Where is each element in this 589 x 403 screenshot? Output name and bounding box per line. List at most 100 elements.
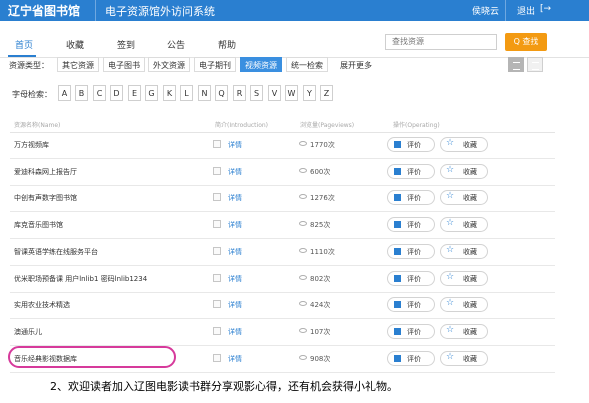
pageviews-count: 825次 [310, 221, 331, 230]
star-icon: ☆ [446, 244, 455, 255]
star-icon: ☆ [446, 271, 455, 282]
intro-link[interactable]: 详情 [228, 247, 242, 257]
col-pageviews: 浏览量(Pageviews) [300, 122, 355, 129]
intro-link[interactable]: 详情 [228, 300, 242, 310]
table-row: 万方视频库 详情 1770次 评价 ☆ 收藏 [10, 132, 555, 159]
type-tag-other[interactable]: 其它资源 [57, 57, 99, 72]
letter-e[interactable]: E [128, 85, 141, 101]
intro-checkbox-icon [213, 220, 221, 229]
intro-link[interactable]: 详情 [228, 140, 242, 150]
review-button[interactable]: 评价 [387, 217, 435, 233]
nav-item-home[interactable]: 首页 [15, 38, 33, 51]
review-button[interactable]: 评价 [387, 163, 435, 179]
highlight-circle [8, 346, 176, 368]
resource-name[interactable]: 优米职场预备课 用户lnlib1 密码lnlib1234 [14, 274, 147, 284]
review-button[interactable]: 评价 [387, 297, 435, 313]
search-button[interactable]: Q 查找 [505, 33, 547, 51]
pageviews-count: 1110次 [310, 247, 335, 256]
review-label: 评价 [407, 141, 421, 149]
grid-view-icon[interactable] [508, 57, 524, 72]
favorite-label: 收藏 [463, 354, 477, 363]
review-button[interactable]: 评价 [387, 270, 435, 286]
logout-icon[interactable]: [→ [540, 4, 551, 14]
intro-link[interactable]: 详情 [228, 354, 242, 364]
resource-name[interactable]: 爱迪科森网上报告厅 [14, 167, 77, 177]
favorite-button[interactable]: ☆ 收藏 [440, 297, 488, 313]
favorite-button[interactable]: ☆ 收藏 [440, 243, 488, 259]
nav-item-help[interactable]: 帮助 [218, 38, 236, 51]
pageviews-count: 107次 [310, 327, 331, 336]
resource-name[interactable]: 库克音乐图书馆 [14, 220, 63, 230]
review-button[interactable]: 评价 [387, 190, 435, 206]
letter-r[interactable]: R [233, 85, 246, 101]
pageviews-count: 600次 [310, 167, 331, 176]
intro-link[interactable]: 详情 [228, 274, 242, 284]
intro-checkbox-icon [213, 273, 221, 282]
eye-icon [299, 221, 307, 227]
edit-icon [394, 354, 401, 362]
favorite-button[interactable]: ☆ 收藏 [440, 323, 488, 339]
type-tag-foreign[interactable]: 外文资源 [148, 57, 190, 72]
edit-icon [394, 221, 401, 229]
letter-d[interactable]: D [110, 85, 123, 101]
pageviews-count: 424次 [310, 301, 331, 310]
letter-q[interactable]: Q [215, 85, 228, 101]
letter-y[interactable]: Y [303, 85, 316, 101]
nav-item-checkin[interactable]: 签到 [117, 38, 135, 51]
eye-icon [299, 194, 307, 200]
letter-k[interactable]: K [163, 85, 176, 101]
resource-name[interactable]: 万方视频库 [14, 140, 49, 150]
review-label: 评价 [407, 354, 421, 363]
search-input[interactable] [385, 34, 497, 50]
intro-link[interactable]: 详情 [228, 193, 242, 203]
letter-a[interactable]: A [58, 85, 71, 101]
favorite-button[interactable]: ☆ 收藏 [440, 217, 488, 233]
review-button[interactable]: 评价 [387, 137, 435, 152]
type-tag-video[interactable]: 视频资源 [240, 57, 282, 72]
letter-v[interactable]: V [268, 85, 281, 101]
review-button[interactable]: 评价 [387, 243, 435, 259]
type-tag-unified-search[interactable]: 统一检索 [286, 57, 328, 72]
intro-checkbox-icon [213, 246, 221, 255]
intro-link[interactable]: 详情 [228, 220, 242, 230]
resource-name[interactable]: 澳通乐儿 [14, 327, 42, 337]
favorite-label: 收藏 [463, 301, 477, 310]
edit-icon [394, 274, 401, 282]
intro-link[interactable]: 详情 [228, 167, 242, 177]
favorite-button[interactable]: ☆ 收藏 [440, 350, 488, 366]
letter-w[interactable]: W [285, 85, 298, 101]
type-tag-ebooks[interactable]: 电子图书 [103, 57, 145, 72]
list-view-icon[interactable] [527, 57, 543, 72]
logout-link[interactable]: 退出 [517, 4, 535, 17]
letter-g[interactable]: G [145, 85, 158, 101]
review-button[interactable]: 评价 [387, 323, 435, 339]
nav-item-favorites[interactable]: 收藏 [66, 38, 84, 51]
letter-c[interactable]: C [93, 85, 106, 101]
intro-link[interactable]: 详情 [228, 327, 242, 337]
expand-more-link[interactable]: 展开更多 [340, 60, 372, 71]
resource-name[interactable]: 实用农业技术精选 [14, 300, 70, 310]
letter-b[interactable]: B [75, 85, 88, 101]
review-button[interactable]: 评价 [387, 350, 435, 366]
user-name[interactable]: 侯晓云 [472, 4, 499, 17]
letter-l[interactable]: L [180, 85, 193, 101]
letter-z[interactable]: Z [320, 85, 333, 101]
table-row: 爱迪科森网上报告厅 详情 600次 评价 ☆ 收藏 [10, 159, 555, 186]
resource-name[interactable]: 智课英语学练在线服务平台 [14, 247, 98, 257]
letter-s[interactable]: S [250, 85, 263, 101]
favorite-button[interactable]: ☆ 收藏 [440, 270, 488, 286]
resource-name[interactable]: 中创有声数字图书馆 [14, 193, 77, 203]
favorite-button[interactable]: ☆ 收藏 [440, 163, 488, 179]
review-label: 评价 [407, 274, 421, 283]
pageviews-count: 802次 [310, 274, 331, 283]
letter-n[interactable]: N [198, 85, 211, 101]
col-name: 资源名称(Name) [14, 122, 61, 129]
review-label: 评价 [407, 301, 421, 310]
favorite-button[interactable]: ☆ 收藏 [440, 190, 488, 206]
star-icon: ☆ [446, 324, 455, 335]
nav-item-notices[interactable]: 公告 [167, 38, 185, 51]
intro-checkbox-icon [213, 193, 221, 202]
favorite-button[interactable]: ☆ 收藏 [440, 137, 488, 152]
site-name[interactable]: 辽宁省图书馆 [8, 2, 80, 19]
type-tag-journals[interactable]: 电子期刊 [194, 57, 236, 72]
